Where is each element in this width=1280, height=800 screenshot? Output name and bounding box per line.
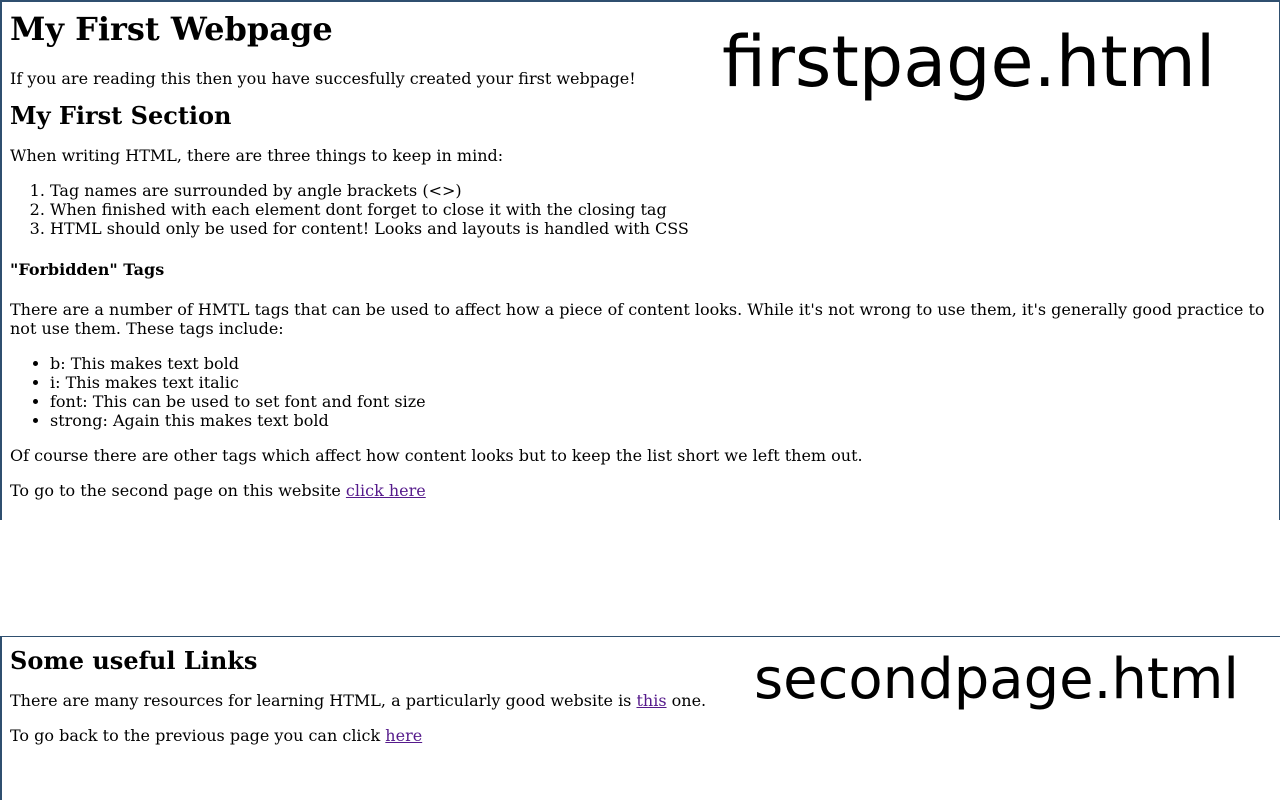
forbidden-tags-heading: "Forbidden" Tags [10, 260, 165, 279]
resources-text: There are many resources for learning HT… [10, 691, 637, 710]
section-heading: My First Section [10, 101, 232, 130]
closing-note-paragraph: Of course there are other tags which aff… [10, 446, 863, 465]
forbidden-tag-item: strong: Again this makes text bold [50, 411, 1270, 430]
rule-item: When finished with each element dont for… [50, 200, 1270, 219]
forbidden-tag-item: b: This makes text bold [50, 354, 1270, 373]
firstpage-filename-label: firstpage.html [722, 21, 1216, 103]
back-text: To go back to the previous page you can … [10, 726, 386, 745]
first-page-link[interactable]: here [385, 726, 422, 745]
rule-item: Tag names are surrounded by angle bracke… [50, 181, 1270, 200]
next-page-text: To go to the second page on this website [10, 481, 346, 500]
forbidden-tag-item: i: This makes text italic [50, 373, 1270, 392]
secondpage-filename-label: secondpage.html [754, 647, 1239, 712]
section-intro-paragraph: When writing HTML, there are three thing… [10, 146, 504, 165]
next-page-paragraph: To go to the second page on this website… [10, 481, 1270, 500]
rule-item: HTML should only be used for content! Lo… [50, 219, 1270, 238]
second-page-link[interactable]: click here [346, 481, 426, 500]
forbidden-tag-item: font: This can be used to set font and f… [50, 392, 1270, 411]
resource-link[interactable]: this [636, 691, 666, 710]
window-edge [0, 520, 1, 608]
resources-text-end: one. [666, 691, 707, 710]
forbidden-intro-paragraph: There are a number of HMTL tags that can… [10, 300, 1265, 338]
secondpage-window: Some useful Links There are many resourc… [0, 636, 1280, 800]
rules-list: Tag names are surrounded by angle bracke… [10, 181, 1270, 238]
firstpage-window: My First Webpage If you are reading this… [0, 0, 1280, 520]
forbidden-tags-list: b: This makes text bold i: This makes te… [10, 354, 1270, 430]
back-paragraph: To go back to the previous page you can … [10, 726, 1270, 745]
